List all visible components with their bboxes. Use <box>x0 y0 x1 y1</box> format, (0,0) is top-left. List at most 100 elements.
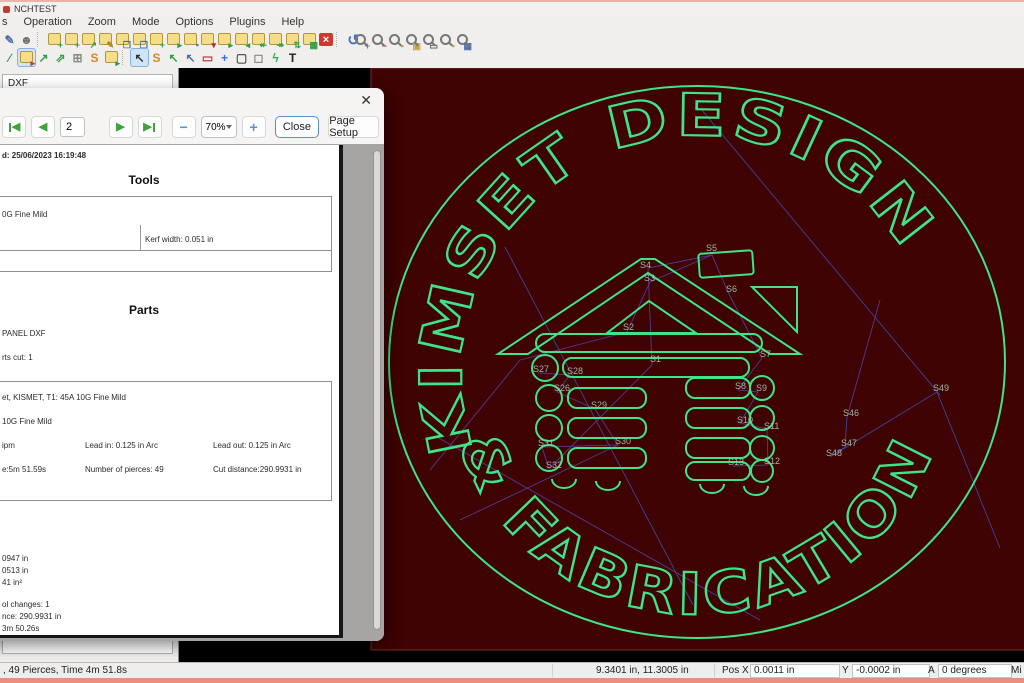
part-last-icon[interactable]: ↠ <box>267 31 284 50</box>
zoom-window-icon[interactable]: ◻ <box>250 49 267 66</box>
lead-in: Lead in: 0.125 in Arc <box>85 441 158 450</box>
contour-label-s29: S29 <box>591 400 607 410</box>
preview-area: d: 25/06/2023 16:19:48 Tools 0G Fine Mil… <box>0 144 384 641</box>
part-add-multi-icon[interactable]: + <box>63 31 80 50</box>
contour-label-s32: S32 <box>546 460 562 470</box>
totals-line: 3m 50.26s <box>2 624 40 633</box>
menu-mode[interactable]: Mode <box>124 15 168 29</box>
status-job-summary: , 49 Pierces, Time 4m 51.8s <box>3 665 127 676</box>
tools-box-2 <box>0 250 332 272</box>
select-lead-icon[interactable]: ↖ <box>182 49 199 66</box>
part-new-icon[interactable]: + <box>148 31 165 50</box>
totals-line: 0947 in <box>2 554 29 563</box>
lead-out: Lead out: 0.125 in Arc <box>213 441 291 450</box>
angle-value: 0 degrees <box>938 664 1012 678</box>
contour-label-s7: S7 <box>760 349 771 359</box>
part-remove-icon[interactable]: ▾ <box>199 31 216 50</box>
status-separator <box>552 664 553 677</box>
menu-options[interactable]: Options <box>167 15 221 29</box>
last-page-arrow-icon: ▶ <box>143 120 152 133</box>
totals-line: nce: 290.9931 in <box>2 612 62 621</box>
part-forward-icon[interactable]: ▸ <box>216 31 233 50</box>
menu-s[interactable]: s <box>0 15 16 29</box>
zoom-sheet-icon[interactable]: ▪ <box>437 32 455 51</box>
report-page: d: 25/06/2023 16:19:48 Tools 0G Fine Mil… <box>0 145 343 638</box>
preview-scrollbar[interactable] <box>373 150 381 630</box>
zoom-extents-icon[interactable]: ▭ <box>420 32 438 51</box>
part-name: PANEL DXF <box>2 329 46 338</box>
contour-tool-icon[interactable]: ▸ <box>103 49 120 68</box>
contour-label-s10: S10 <box>737 415 753 425</box>
dialog-close-icon[interactable]: ✕ <box>360 92 372 109</box>
part-copy-icon[interactable]: ❐ <box>114 31 131 50</box>
cut-time: e:5m 51.59s <box>2 465 47 474</box>
angle-label: A <box>928 665 935 676</box>
part-first-icon[interactable]: ↞ <box>250 31 267 50</box>
edit-post-icon[interactable]: ✎ <box>1 31 18 48</box>
part-add-icon[interactable]: + <box>46 31 63 50</box>
rotate-part-icon[interactable]: ⇗ <box>52 49 69 66</box>
pan-tool-icon[interactable]: ▢ <box>233 49 250 66</box>
first-page-button[interactable]: ◀ <box>2 116 26 138</box>
report-printed-date: d: 25/06/2023 16:19:48 <box>2 151 87 160</box>
menu-plugins[interactable]: Plugins <box>221 15 273 29</box>
menu-help[interactable]: Help <box>273 15 312 29</box>
zoom-part-icon[interactable]: ▪ <box>386 32 404 51</box>
contour-label-s2: S2 <box>623 322 634 332</box>
part-back-icon[interactable]: ◂ <box>233 31 250 50</box>
zoom-machine-icon[interactable]: ▦ <box>454 32 472 51</box>
part-edit-icon[interactable]: ✎ <box>97 31 114 50</box>
zoom-all-parts-icon[interactable]: ▣ <box>403 32 421 51</box>
part-next-icon[interactable]: ▸ <box>165 31 182 50</box>
page-setup-button[interactable]: Page Setup <box>328 115 379 139</box>
close-button[interactable]: Close <box>274 116 320 138</box>
zoom-level-select[interactable]: 70% <box>200 116 237 138</box>
zoom-out-button[interactable]: − <box>171 116 196 138</box>
menu-zoom[interactable]: Zoom <box>80 15 124 29</box>
contour-label-s5: S5 <box>706 243 717 253</box>
text-tool-icon[interactable]: T <box>284 49 301 66</box>
part-properties-icon[interactable]: ▸ <box>17 48 36 68</box>
select-pointer-icon[interactable]: ↖ <box>130 48 149 67</box>
part-table-icon[interactable]: ▦ <box>301 31 318 50</box>
toolbar-separator <box>37 32 44 47</box>
part-import-icon[interactable]: ↗ <box>80 31 97 50</box>
delete-part-icon[interactable]: × <box>319 33 333 46</box>
contour-label-s3: S3 <box>644 273 655 283</box>
totals-line: 0513 in <box>2 566 29 575</box>
draw-curve-icon[interactable]: ∕ <box>1 49 18 66</box>
chevron-down-icon <box>225 125 232 129</box>
toolbar-separator <box>336 32 343 47</box>
origin-tool-icon[interactable]: + <box>216 49 233 66</box>
page-number-input[interactable]: 2 <box>60 117 85 137</box>
kerf-width: Kerf width: 0.051 in <box>145 235 214 244</box>
snap-tool-icon[interactable]: S <box>86 49 103 66</box>
part-swap-icon[interactable]: ⇅ <box>284 31 301 50</box>
menu-operation[interactable]: Operation <box>16 15 80 29</box>
contour-label-s6: S6 <box>726 284 737 294</box>
move-part-icon[interactable]: ↗ <box>35 49 52 66</box>
part-small-icon[interactable]: ▪ <box>182 31 199 50</box>
select-contour-icon[interactable]: ▭ <box>199 49 216 66</box>
zoom-in-icon[interactable]: + <box>352 32 370 51</box>
plus-icon: + <box>249 119 258 135</box>
pan-view-icon[interactable]: ⊞ <box>69 49 86 66</box>
menu-bar: s Operation Zoom Mode Options Plugins Help <box>0 14 1024 30</box>
title-bar: NCHTEST <box>0 0 1024 15</box>
select-direction-icon[interactable]: ↖ <box>165 49 182 66</box>
next-page-button[interactable]: ▶ <box>108 116 133 138</box>
app-window: NCHTEST s Operation Zoom Mode Options Plugins… <box>0 0 1024 683</box>
run-job-icon[interactable]: ☻ <box>18 31 35 48</box>
zoom-in-button[interactable]: + <box>241 116 266 138</box>
status-cursor-coords: 9.3401 in, 11.3005 in <box>596 665 689 676</box>
status-separator <box>714 664 715 677</box>
select-start-point-icon[interactable]: S <box>148 49 165 66</box>
part-duplicate-icon[interactable]: ❐ <box>131 31 148 50</box>
contour-label-s28: S28 <box>567 366 583 376</box>
parts-header: Parts <box>128 303 160 317</box>
feed-rate: ipm <box>2 441 15 450</box>
last-page-button[interactable]: ▶ <box>137 116 162 138</box>
simulate-icon[interactable]: ϟ <box>267 49 284 66</box>
zoom-out-icon[interactable]: − <box>369 32 387 51</box>
previous-page-button[interactable]: ◀ <box>31 116 55 138</box>
